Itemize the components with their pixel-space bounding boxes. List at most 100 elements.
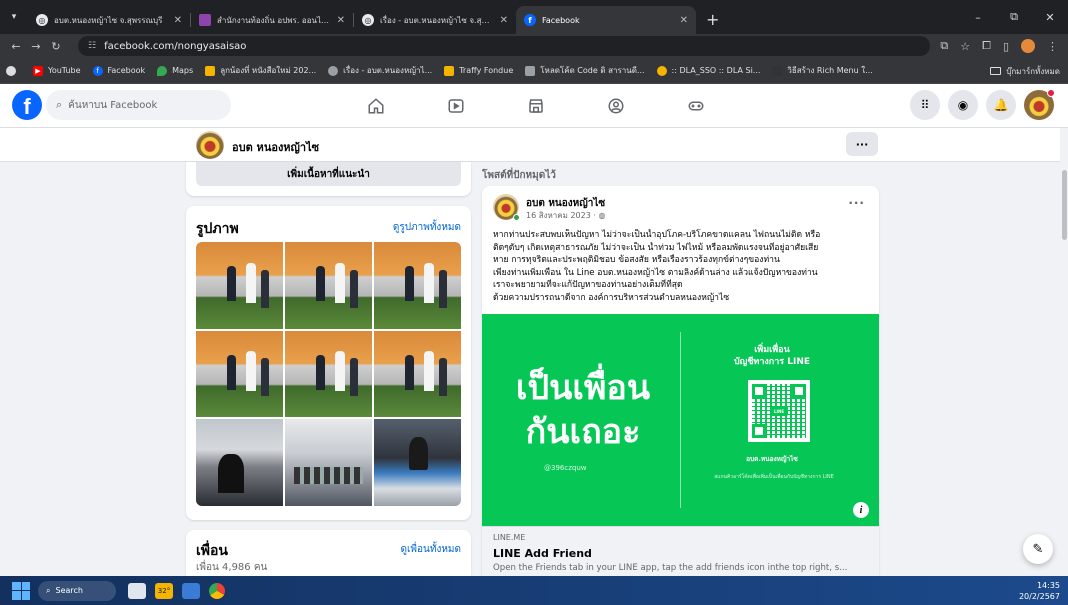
taskbar-search[interactable]: ⌕ Search [38,580,116,601]
gaming-icon[interactable] [656,84,736,128]
bookmark-facebook[interactable]: f Facebook [92,65,146,76]
post-text-line: หากท่านประสบพบเห็นปัญหา ไม่ว่าจะเป็นน้ำอ… [493,230,821,240]
close-icon[interactable]: ✕ [174,15,182,26]
address-bar[interactable]: ☷ facebook.com/nongyasaisao [78,36,931,56]
back-icon[interactable]: ← [6,40,26,53]
page-more-button[interactable]: ··· [846,132,878,156]
site-icon [199,14,211,26]
browser-tab-1[interactable]: ◎ อบต.หนองหญ้าไซ จ.สุพรรณบุรี ✕ [28,6,190,34]
browser-tab-facebook[interactable]: f Facebook ✕ [516,6,696,34]
photo-thumbnail[interactable] [285,419,372,506]
bookmark-rich-menu[interactable]: วิธีสร้าง Rich Menu ใ... [772,64,873,77]
bookmark-5[interactable]: เรื่อง - อบต.หนองหญ้าไ... [328,64,432,77]
page-icon [525,65,536,76]
pinned-post: อบต หนองหญ้าไซ 16 สิงหาคม 2023 · ◍ ··· ห… [482,186,879,576]
bookmark-youtube[interactable]: ▶ YouTube [33,65,81,76]
close-icon[interactable]: ✕ [337,15,345,26]
minimize-button[interactable]: – [960,11,996,24]
line-add-title: เพิ่มเพื่อน บัญชีทางการ LINE [712,344,832,368]
task-view-icon[interactable] [128,582,146,599]
chrome-icon[interactable] [209,582,225,599]
bookmark-4[interactable]: ลูกน้องที่ หนังสือใหม่ 202... [205,64,316,77]
post-body: หากท่านประสบพบเห็นปัญหา ไม่ว่าจะเป็นน้ำอ… [493,229,873,305]
photo-thumbnail[interactable] [285,242,372,329]
browser-tab-2[interactable]: สำนักงานท้องถิ่น อปพร. ออนไลน์ ✕ [191,6,353,34]
extensions-icon[interactable]: ⧠ [982,39,991,53]
folder-icon [990,67,1002,75]
qr-line-badge: LINE [770,406,788,416]
site-info-icon[interactable]: ☷ [88,41,96,51]
sidebar-icon[interactable]: ▯ [1003,40,1009,53]
post-timestamp[interactable]: 16 สิงหาคม 2023 · ◍ [526,209,605,222]
bookmark-label: Traffy Fondue [459,66,514,75]
photo-thumbnail[interactable] [285,330,372,418]
restore-button[interactable]: ⧉ [996,10,1032,24]
taskbar-clock[interactable]: 14:35 20/2/2567 [1019,580,1060,602]
headline-line-2: กันเถอะ [525,412,641,452]
bookmark-traffy[interactable]: Traffy Fondue [444,65,514,76]
see-all-friends-link[interactable]: ดูเพื่อนทั้งหมด [401,542,462,557]
globe-icon: ◍ [598,211,606,220]
windows-start-icon[interactable] [12,581,30,600]
globe-icon: ◎ [36,14,48,26]
new-message-button[interactable]: ✎ [1023,534,1053,564]
bookmark-dla[interactable]: :: DLA_SSO :: DLA Si... [656,65,760,76]
photo-thumbnail[interactable] [196,419,283,506]
home-icon[interactable] [336,84,416,128]
link-preview[interactable]: LINE.ME LINE Add Friend Open the Friends… [482,526,879,576]
photo-thumbnail[interactable] [196,242,283,329]
file-explorer-icon[interactable] [182,582,200,599]
bookmark-star-icon[interactable]: ☆ [960,40,970,53]
profile-avatar[interactable] [1021,39,1035,53]
line-add-friend-image[interactable]: เป็นเพื่อน กันเถอะ @396czquw เพิ่มเพื่อน… [482,314,879,526]
menu-grid-icon[interactable]: ⠿ [910,90,940,120]
all-bookmarks[interactable]: บุ๊กมาร์กทั้งหมด [990,58,1060,84]
messenger-icon[interactable]: ◉ [948,90,978,120]
link-title: LINE Add Friend [493,547,592,560]
bookmarks-bar: ▶ YouTube f Facebook Maps ลูกน้องที่ หนังส… [0,58,1068,84]
cast-icon[interactable]: ⧉ [940,39,948,53]
new-tab-button[interactable]: + [696,10,729,34]
qr-note: สแกนคิวอาร์โค้ดเพื่อเพิ่มเป็นเพื่อนกับบั… [714,474,834,480]
apps-icon[interactable] [6,65,21,76]
dla-icon [656,65,667,76]
weather-icon[interactable]: 32° [155,582,173,599]
photo-thumbnail[interactable] [374,242,461,329]
close-icon[interactable]: ✕ [500,15,508,26]
facebook-logo-icon[interactable]: f [12,90,42,120]
headline-line-1: เป็นเพื่อน [515,368,651,408]
browser-tab-3[interactable]: ◎ เรื่อง - อบต.หนองหญ้าไซ จ.สุพรรณบ ✕ [354,6,516,34]
close-icon[interactable]: ✕ [680,15,688,26]
page-avatar[interactable] [196,131,224,159]
bookmark-maps[interactable]: Maps [157,65,194,76]
bookmark-label: เรื่อง - อบต.หนองหญ้าไ... [343,66,433,75]
groups-icon[interactable] [576,84,656,128]
bookmark-label: Maps [172,66,194,75]
bookmark-7[interactable]: โหลดโค้ด Code ดิ สารานดี... [525,64,645,77]
close-window-button[interactable]: ✕ [1032,11,1068,24]
reload-icon[interactable]: ↻ [46,40,66,53]
facebook-search-input[interactable]: ⌕ ค้นหาบน Facebook [46,90,231,120]
video-icon[interactable] [416,84,496,128]
post-author-avatar[interactable] [493,194,520,221]
forward-icon[interactable]: → [26,40,46,53]
scrollbar-thumb[interactable] [1062,170,1067,240]
facebook-header-actions: ⠿ ◉ 🔔 [910,89,1055,120]
see-all-photos-link[interactable]: ดูรูปภาพทั้งหมด [393,220,461,235]
account-avatar[interactable] [1024,89,1055,120]
notification-dot [1047,89,1055,97]
post-text-line: เพียงท่านเพิ่มเพื่อน ใน Line อบต.หนองหญ้… [493,267,818,278]
tab-search-icon[interactable]: ▾ [0,0,28,34]
photo-thumbnail[interactable] [374,330,461,418]
link-description: Open the Friends tab in your LINE app, t… [493,563,848,573]
post-options-button[interactable]: ··· [848,196,865,210]
info-icon[interactable]: i [853,502,869,518]
bookmark-label: Facebook [107,66,146,75]
notifications-bell-icon[interactable]: 🔔 [986,90,1016,120]
kebab-menu-icon[interactable]: ⋮ [1047,40,1058,53]
add-suggested-content-button[interactable]: เพิ่มเนื้อหาที่แนะนำ [196,162,461,186]
marketplace-icon[interactable] [496,84,576,128]
photo-thumbnail[interactable] [196,330,283,418]
photo-thumbnail[interactable] [374,419,461,506]
page-title[interactable]: อบต หนองหญ้าไซ [232,138,319,156]
